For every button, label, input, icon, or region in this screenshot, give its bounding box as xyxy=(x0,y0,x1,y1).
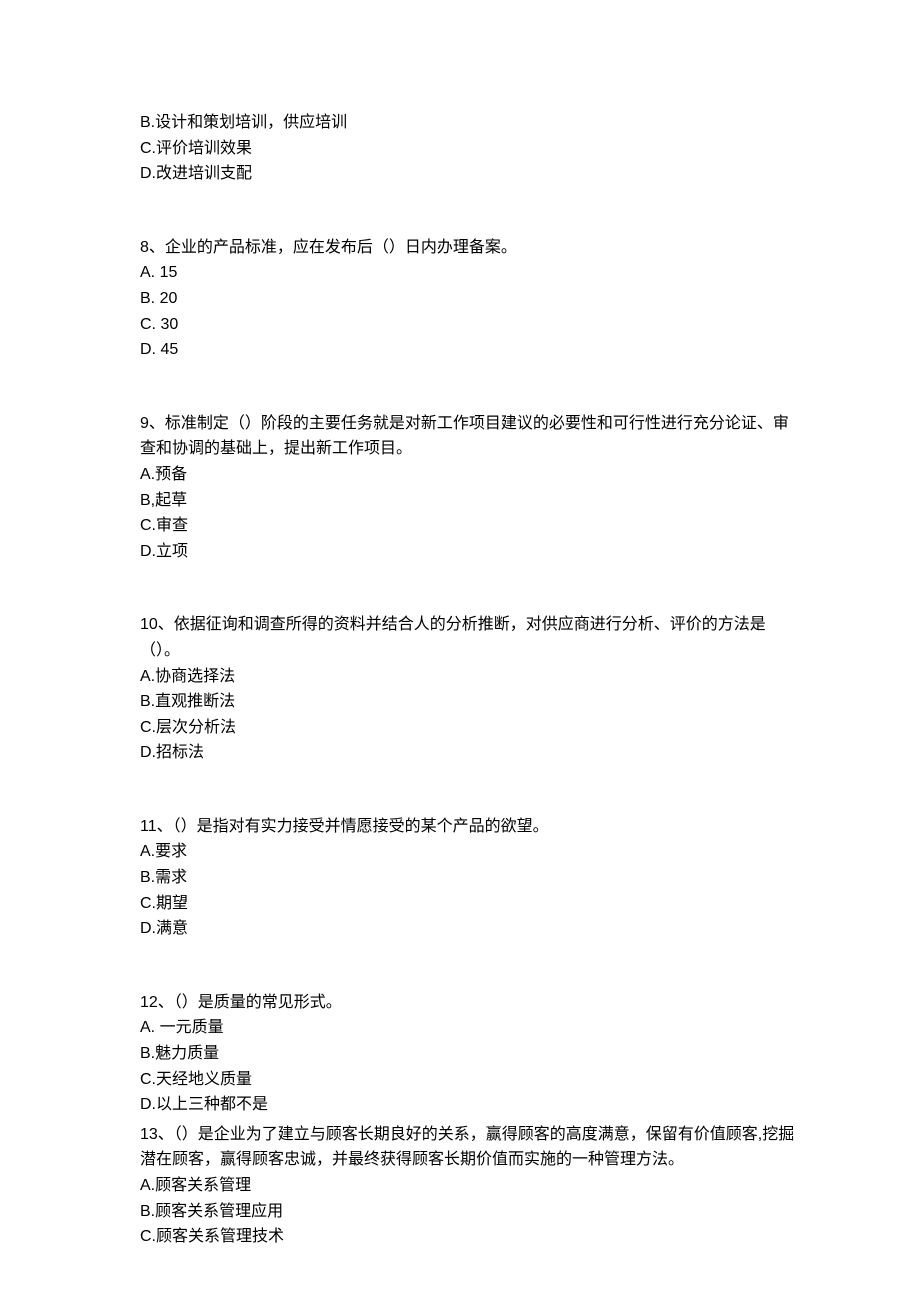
option-a: A.要求 xyxy=(140,839,795,865)
question-text: 9、标准制定（）阶段的主要任务就是对新工作项目建议的必要性和可行性进行充分论证、… xyxy=(140,411,795,462)
option-d: D.立项 xyxy=(140,539,795,565)
option-d: D.改进培训支配 xyxy=(140,161,795,187)
option-b: B. 20 xyxy=(140,286,795,312)
option-a: A.协商选择法 xyxy=(140,664,795,690)
option-b: B.魅力质量 xyxy=(140,1041,795,1067)
option-a: A.预备 xyxy=(140,462,795,488)
option-c: C.顾客关系管理技术 xyxy=(140,1224,795,1250)
option-c: C.天经地义质量 xyxy=(140,1067,795,1093)
option-b: B.需求 xyxy=(140,865,795,891)
question-text: 11、（）是指对有实力接受并情愿接受的某个产品的欲望。 xyxy=(140,814,795,840)
option-a: A. 15 xyxy=(140,260,795,286)
question-11: 11、（）是指对有实力接受并情愿接受的某个产品的欲望。 A.要求 B.需求 C.… xyxy=(140,814,795,942)
option-d: D.满意 xyxy=(140,916,795,942)
option-a: A. 一元质量 xyxy=(140,1015,795,1041)
option-c: C.审查 xyxy=(140,513,795,539)
option-a: A.顾客关系管理 xyxy=(140,1173,795,1199)
option-b: B.顾客关系管理应用 xyxy=(140,1199,795,1225)
question-10: 10、依据征询和调查所得的资料并结合人的分析推断，对供应商进行分析、评价的方法是… xyxy=(140,612,795,766)
option-c: C. 30 xyxy=(140,312,795,338)
question-9: 9、标准制定（）阶段的主要任务就是对新工作项目建议的必要性和可行性进行充分论证、… xyxy=(140,411,795,565)
document-page: B.设计和策划培训，供应培训 C.评价培训效果 D.改进培训支配 8、企业的产品… xyxy=(0,0,920,1310)
option-b: B,起草 xyxy=(140,488,795,514)
option-c: C.层次分析法 xyxy=(140,715,795,741)
question-text: 13、（）是企业为了建立与顾客长期良好的关系，赢得顾客的高度满意，保留有价值顾客… xyxy=(140,1122,795,1173)
option-c: C.评价培训效果 xyxy=(140,136,795,162)
question-text: 12、（）是质量的常见形式。 xyxy=(140,990,795,1016)
option-d: D.以上三种都不是 xyxy=(140,1092,795,1118)
option-b: B.直观推断法 xyxy=(140,689,795,715)
question-12: 12、（）是质量的常见形式。 A. 一元质量 B.魅力质量 C.天经地义质量 D… xyxy=(140,990,795,1118)
option-d: D.招标法 xyxy=(140,740,795,766)
question-text: 10、依据征询和调查所得的资料并结合人的分析推断，对供应商进行分析、评价的方法是… xyxy=(140,612,795,663)
option-d: D. 45 xyxy=(140,337,795,363)
question-7-partial: B.设计和策划培训，供应培训 C.评价培训效果 D.改进培训支配 xyxy=(140,110,795,187)
question-13: 13、（）是企业为了建立与顾客长期良好的关系，赢得顾客的高度满意，保留有价值顾客… xyxy=(140,1122,795,1250)
option-b: B.设计和策划培训，供应培训 xyxy=(140,110,795,136)
question-text: 8、企业的产品标准，应在发布后（）日内办理备案。 xyxy=(140,235,795,261)
option-c: C.期望 xyxy=(140,891,795,917)
question-8: 8、企业的产品标准，应在发布后（）日内办理备案。 A. 15 B. 20 C. … xyxy=(140,235,795,363)
